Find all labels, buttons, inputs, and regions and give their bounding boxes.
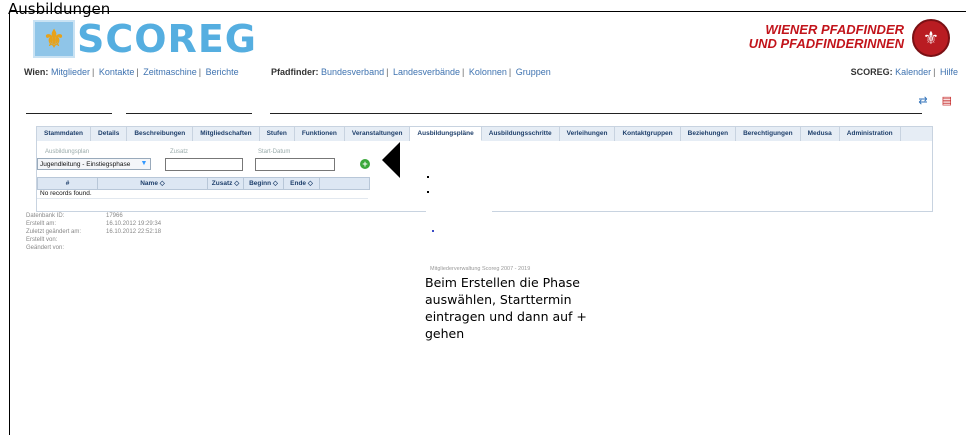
meta-key: Geändert von: [26,245,65,251]
org-line-2: UND PFADFINDERINNEN [748,36,904,51]
toolbar-icons: ⇄ ▤ [918,94,952,107]
annotation-dot [427,176,429,178]
org-line-1: WIENER PFADFINDER [765,22,904,37]
pdf-icon[interactable]: ▤ [942,94,952,107]
meta-key: Erstellt am: [26,221,57,227]
tab-ausbildungsschritte[interactable]: Ausbildungsschritte [482,127,560,141]
col-zusatz[interactable]: Zusatz ◇ [208,178,244,189]
nav-wien: Wien: Mitglieder | Kontakte | Zeitmaschine… [24,67,239,77]
zusatz-label: Zusatz [170,149,189,155]
tab-stammdaten[interactable]: Stammdaten [37,127,92,141]
annotation-dot [427,191,429,193]
annotation-text: Beim Erstellen die Phase auswählen, Star… [425,275,587,341]
scoreg-logo[interactable]: ⚜ SCOREG [33,20,257,58]
tab-mitgliedschaften[interactable]: Mitgliedschaften [193,127,260,141]
tab-kontaktgruppen[interactable]: Kontaktgruppen [615,127,681,141]
meta-key: Datenbank ID: [26,213,65,219]
plan-label: Ausbildungsplan [45,149,90,155]
tab-veranstaltungen[interactable]: Veranstaltungen [345,127,411,141]
start-date-input[interactable] [255,158,335,171]
plan-select-value: Jugendleitung - Einstiegsphase [40,161,131,168]
divider-right [270,113,922,114]
org-emblem-icon: ⚜ [912,19,950,57]
zusatz-input[interactable] [165,158,243,171]
empty-row: No records found. [37,189,368,199]
tab-details[interactable]: Details [91,127,128,141]
tab-stufen[interactable]: Stufen [260,127,295,141]
col-beginn[interactable]: Beginn ◇ [244,178,284,189]
tab-verleihungen[interactable]: Verleihungen [560,127,616,141]
tab-medusa[interactable]: Medusa [801,127,840,141]
meta-value: 16.10.2012 22:52:18 [106,229,162,235]
nav-pfadfinder-label: Pfadfinder: [271,67,319,77]
org-name: WIENER PFADFINDER UND PFADFINDERINNEN [749,23,904,51]
nav-link-bundesverband[interactable]: Bundesverband [321,67,384,77]
nav-scoreg-label: SCOREG: [850,67,893,77]
nav-scoreg: SCOREG: Kalender | Hilfe [850,67,958,77]
tab-ausbildungspl-ne[interactable]: Ausbildungspläne [410,127,482,141]
col-name[interactable]: Name ◇ [98,178,208,189]
nav-link-kontakte[interactable]: Kontakte [99,67,135,77]
divider-left [26,113,112,114]
nav-link-gruppen[interactable]: Gruppen [516,67,551,77]
refresh-icon[interactable]: ⇄ [918,94,927,107]
add-button[interactable]: + [360,159,370,169]
tab-berechtigungen[interactable]: Berechtigungen [736,127,801,141]
meta-value: 16.10.2012 19:29:34 [106,221,162,227]
logo-text: SCOREG [77,17,257,61]
annotation-dot [432,230,434,232]
nav-link-kolonnen[interactable]: Kolonnen [469,67,507,77]
meta-value: 17966 [106,213,123,219]
tab-beschreibungen[interactable]: Beschreibungen [127,127,194,141]
chevron-down-icon[interactable]: ▼ [138,159,150,169]
nav-wien-label: Wien: [24,67,49,77]
start-date-label: Start-Datum [258,149,291,155]
tab-beziehungen[interactable]: Beziehungen [681,127,737,141]
col-spacer [320,178,367,189]
lily-icon: ⚜ [33,20,75,58]
record-meta: Datenbank ID: 17966 Erstellt am: 16.10.201… [26,212,161,252]
tab-administration[interactable]: Administration [840,127,901,141]
meta-key: Zuletzt geändert am: [26,229,82,235]
col-index[interactable]: # [38,178,98,189]
plan-select[interactable]: Jugendleitung - Einstiegsphase ▼ [37,158,151,170]
nav-link-berichte[interactable]: Berichte [206,67,239,77]
tab-bar: Stammdaten Details Beschreibungen Mitglieds… [36,126,933,142]
nav-pfadfinder: Pfadfinder: Bundesverband | Landesverbänd… [271,67,551,77]
nav-link-hilfe[interactable]: Hilfe [940,67,958,77]
meta-key: Erstellt von: [26,237,58,243]
divider-mid [126,113,252,114]
nav-link-mitglieder[interactable]: Mitglieder [51,67,90,77]
annotation-mask [426,150,492,250]
nav-link-zeitmaschine[interactable]: Zeitmaschine [143,67,197,77]
footer-text: Mitgliederverwaltung Scoreg 2007 - 2019 [430,266,531,272]
nav-link-kalender[interactable]: Kalender [895,67,931,77]
tab-funktionen[interactable]: Funktionen [295,127,345,141]
col-ende[interactable]: Ende ◇ [284,178,320,189]
annotation-arrow-icon [382,142,400,178]
nav-link-landesverbaende[interactable]: Landesverbände [393,67,460,77]
